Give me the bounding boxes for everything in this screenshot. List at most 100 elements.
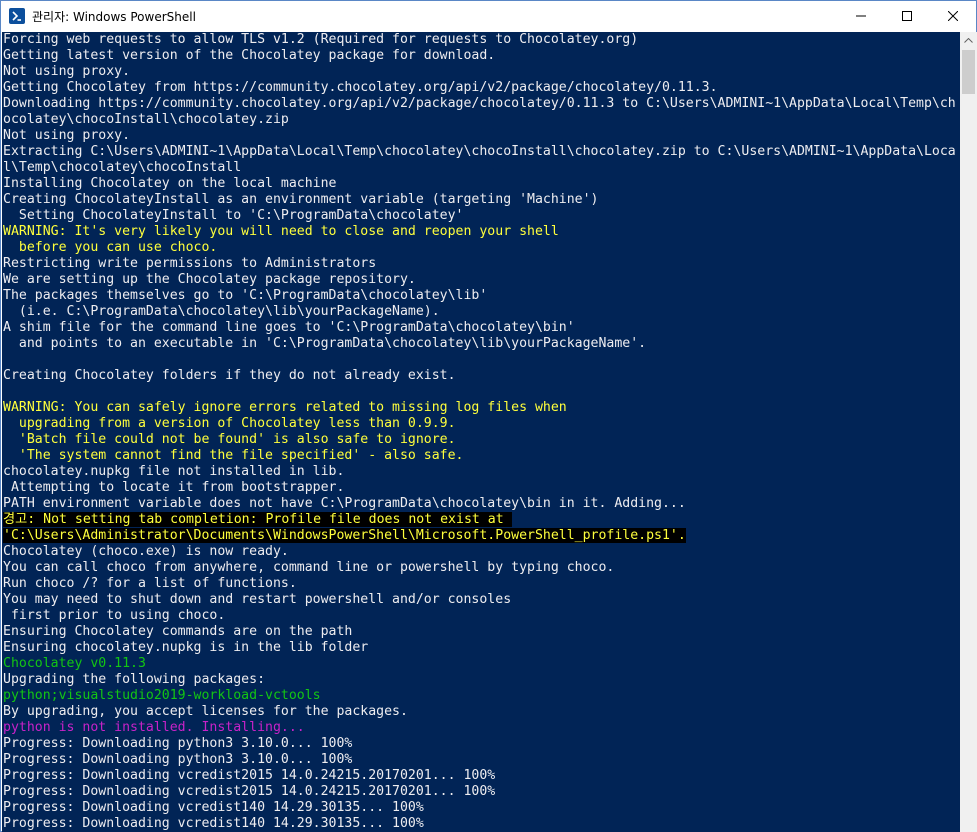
console-line-text: and points to an executable in 'C:\Progr… (3, 336, 647, 351)
console-line-text: Restricting write permissions to Adminis… (3, 256, 377, 271)
title-bar[interactable]: 관리자: Windows PowerShell (1, 1, 976, 31)
chevron-up-icon (964, 38, 973, 43)
console-line: python;visualstudio2019-workload-vctools (2, 688, 960, 704)
console-line: chocolatey.nupkg file not installed in l… (2, 464, 960, 480)
console-line-text: ocolatey\chocoInstall\chocolatey.zip (3, 112, 289, 127)
console-line-text: We are setting up the Chocolatey package… (3, 272, 416, 287)
caption-buttons (838, 1, 976, 31)
console-line-text: 'C:\Users\Administrator\Documents\Window… (3, 528, 686, 543)
close-button[interactable] (930, 1, 976, 31)
console-output[interactable]: Forcing web requests to allow TLS v1.2 (… (2, 32, 960, 832)
console-line: 'Batch file could not be found' is also … (2, 432, 960, 448)
console-line-text: 'Batch file could not be found' is also … (3, 432, 456, 447)
console-line: You can call choco from anywhere, comman… (2, 560, 960, 576)
console-line: Upgrading the following packages: (2, 672, 960, 688)
scroll-thumb[interactable] (962, 50, 975, 94)
console-line-text: 경고: Not setting tab completion: Profile … (3, 512, 512, 527)
console-line: Progress: Downloading vcredist2015 14.0.… (2, 768, 960, 784)
console-line-text: Progress: Downloading vcredist140 14.29.… (3, 800, 424, 815)
console-line-text: python;visualstudio2019-workload-vctools (3, 688, 321, 703)
console-line: Getting Chocolatey from https://communit… (2, 80, 960, 96)
console-line-text: Ensuring chocolatey.nupkg is in the lib … (3, 640, 369, 655)
console-line-text: Installing Chocolatey on the local machi… (3, 176, 337, 191)
console-line: Creating Chocolatey folders if they do n… (2, 368, 960, 384)
console-line-text: Chocolatey v0.11.3 (3, 656, 146, 671)
console-line-text: Run choco /? for a list of functions. (3, 576, 297, 591)
console-line: Run choco /? for a list of functions. (2, 576, 960, 592)
console-line: Ensuring Chocolatey commands are on the … (2, 624, 960, 640)
console-line-text: Getting latest version of the Chocolatey… (3, 48, 496, 63)
console-line: before you can use choco. (2, 240, 960, 256)
console-line: Creating ChocolateyInstall as an environ… (2, 192, 960, 208)
console-line: Forcing web requests to allow TLS v1.2 (… (2, 32, 960, 48)
console-line: Progress: Downloading vcredist2015 14.0.… (2, 784, 960, 800)
console-line-text: Downloading https://community.chocolatey… (3, 96, 956, 111)
console-line-text: PATH environment variable does not have … (3, 496, 686, 511)
scroll-up-button[interactable] (960, 32, 977, 49)
console-line-text: 'The system cannot find the file specifi… (3, 448, 464, 463)
console-line-text: Attempting to locate it from bootstrappe… (3, 480, 345, 495)
console-line: By upgrading, you accept licenses for th… (2, 704, 960, 720)
minimize-button[interactable] (838, 1, 884, 31)
console-line: Downloading https://community.chocolatey… (2, 96, 960, 112)
console-line-text: Progress: Downloading vcredist2015 14.0.… (3, 768, 496, 783)
console-line: We are setting up the Chocolatey package… (2, 272, 960, 288)
console-line: python is not installed. Installing... (2, 720, 960, 736)
console-line-text: Creating Chocolatey folders if they do n… (3, 368, 456, 383)
console-line: Extracting C:\Users\ADMINI~1\AppData\Loc… (2, 144, 960, 160)
console-line: ocolatey\chocoInstall\chocolatey.zip (2, 112, 960, 128)
console-line: Chocolatey v0.11.3 (2, 656, 960, 672)
console-line-text: By upgrading, you accept licenses for th… (3, 704, 408, 719)
console-line: You may need to shut down and restart po… (2, 592, 960, 608)
console-line: 'The system cannot find the file specifi… (2, 448, 960, 464)
powershell-window: 관리자: Windows PowerShell Forcing web requ… (0, 0, 977, 832)
window-title: 관리자: Windows PowerShell (32, 9, 196, 24)
maximize-button[interactable] (884, 1, 930, 31)
console-line-text: upgrading from a version of Chocolatey l… (3, 416, 456, 431)
console-line: Ensuring chocolatey.nupkg is in the lib … (2, 640, 960, 656)
console-line: 'C:\Users\Administrator\Documents\Window… (2, 528, 960, 544)
console-line-text: Creating ChocolateyInstall as an environ… (3, 192, 599, 207)
console-line: first prior to using choco. (2, 608, 960, 624)
console-line-text: (i.e. C:\ProgramData\chocolatey\lib\your… (3, 304, 440, 319)
console-line-text: You may need to shut down and restart po… (3, 592, 512, 607)
console-line-text: l\Temp\chocolatey\chocoInstall (3, 160, 242, 175)
console-line-text: python is not installed. Installing... (3, 720, 305, 735)
console-line: Progress: Downloading python3 3.10.0... … (2, 736, 960, 752)
console-line: Attempting to locate it from bootstrappe… (2, 480, 960, 496)
console-line-text: Progress: Downloading vcredist140 14.29.… (3, 816, 424, 831)
console-line: upgrading from a version of Chocolatey l… (2, 416, 960, 432)
console-line: Restricting write permissions to Adminis… (2, 256, 960, 272)
console-line: WARNING: It's very likely you will need … (2, 224, 960, 240)
console-line-text: Ensuring Chocolatey commands are on the … (3, 624, 353, 639)
console-line-text: A shim file for the command line goes to… (3, 320, 575, 335)
console-line: Not using proxy. (2, 128, 960, 144)
console-line-text: WARNING: You can safely ignore errors re… (3, 400, 567, 415)
console-line-text: Progress: Downloading python3 3.10.0... … (3, 736, 353, 751)
console-line: The packages themselves go to 'C:\Progra… (2, 288, 960, 304)
close-icon (948, 11, 958, 21)
console-line: A shim file for the command line goes to… (2, 320, 960, 336)
console-line-text: Progress: Downloading vcredist2015 14.0.… (3, 784, 496, 799)
vertical-scrollbar[interactable] (960, 32, 977, 832)
console-line-text: The packages themselves go to 'C:\Progra… (3, 288, 488, 303)
console-line-text: first prior to using choco. (3, 608, 226, 623)
console-line-text: You can call choco from anywhere, comman… (3, 560, 615, 575)
console-line: Progress: Downloading vcredist140 14.29.… (2, 800, 960, 816)
console-line: WARNING: You can safely ignore errors re… (2, 400, 960, 416)
console-line-text: Extracting C:\Users\ADMINI~1\AppData\Loc… (3, 144, 956, 159)
console-line-text: Forcing web requests to allow TLS v1.2 (… (3, 32, 639, 47)
console-line: Installing Chocolatey on the local machi… (2, 176, 960, 192)
console-line-text: Setting ChocolateyInstall to 'C:\Program… (3, 208, 464, 223)
console-line-text: Not using proxy. (3, 128, 131, 143)
powershell-icon[interactable] (9, 8, 25, 24)
console-line: and points to an executable in 'C:\Progr… (2, 336, 960, 352)
console-line: Getting latest version of the Chocolatey… (2, 48, 960, 64)
console-line: (i.e. C:\ProgramData\chocolatey\lib\your… (2, 304, 960, 320)
console-line-text: Getting Chocolatey from https://communit… (3, 80, 718, 95)
console-line: Progress: Downloading vcredist140 14.29.… (2, 816, 960, 832)
console-line: 경고: Not setting tab completion: Profile … (2, 512, 960, 528)
console-line-text: Chocolatey (choco.exe) is now ready. (3, 544, 289, 559)
